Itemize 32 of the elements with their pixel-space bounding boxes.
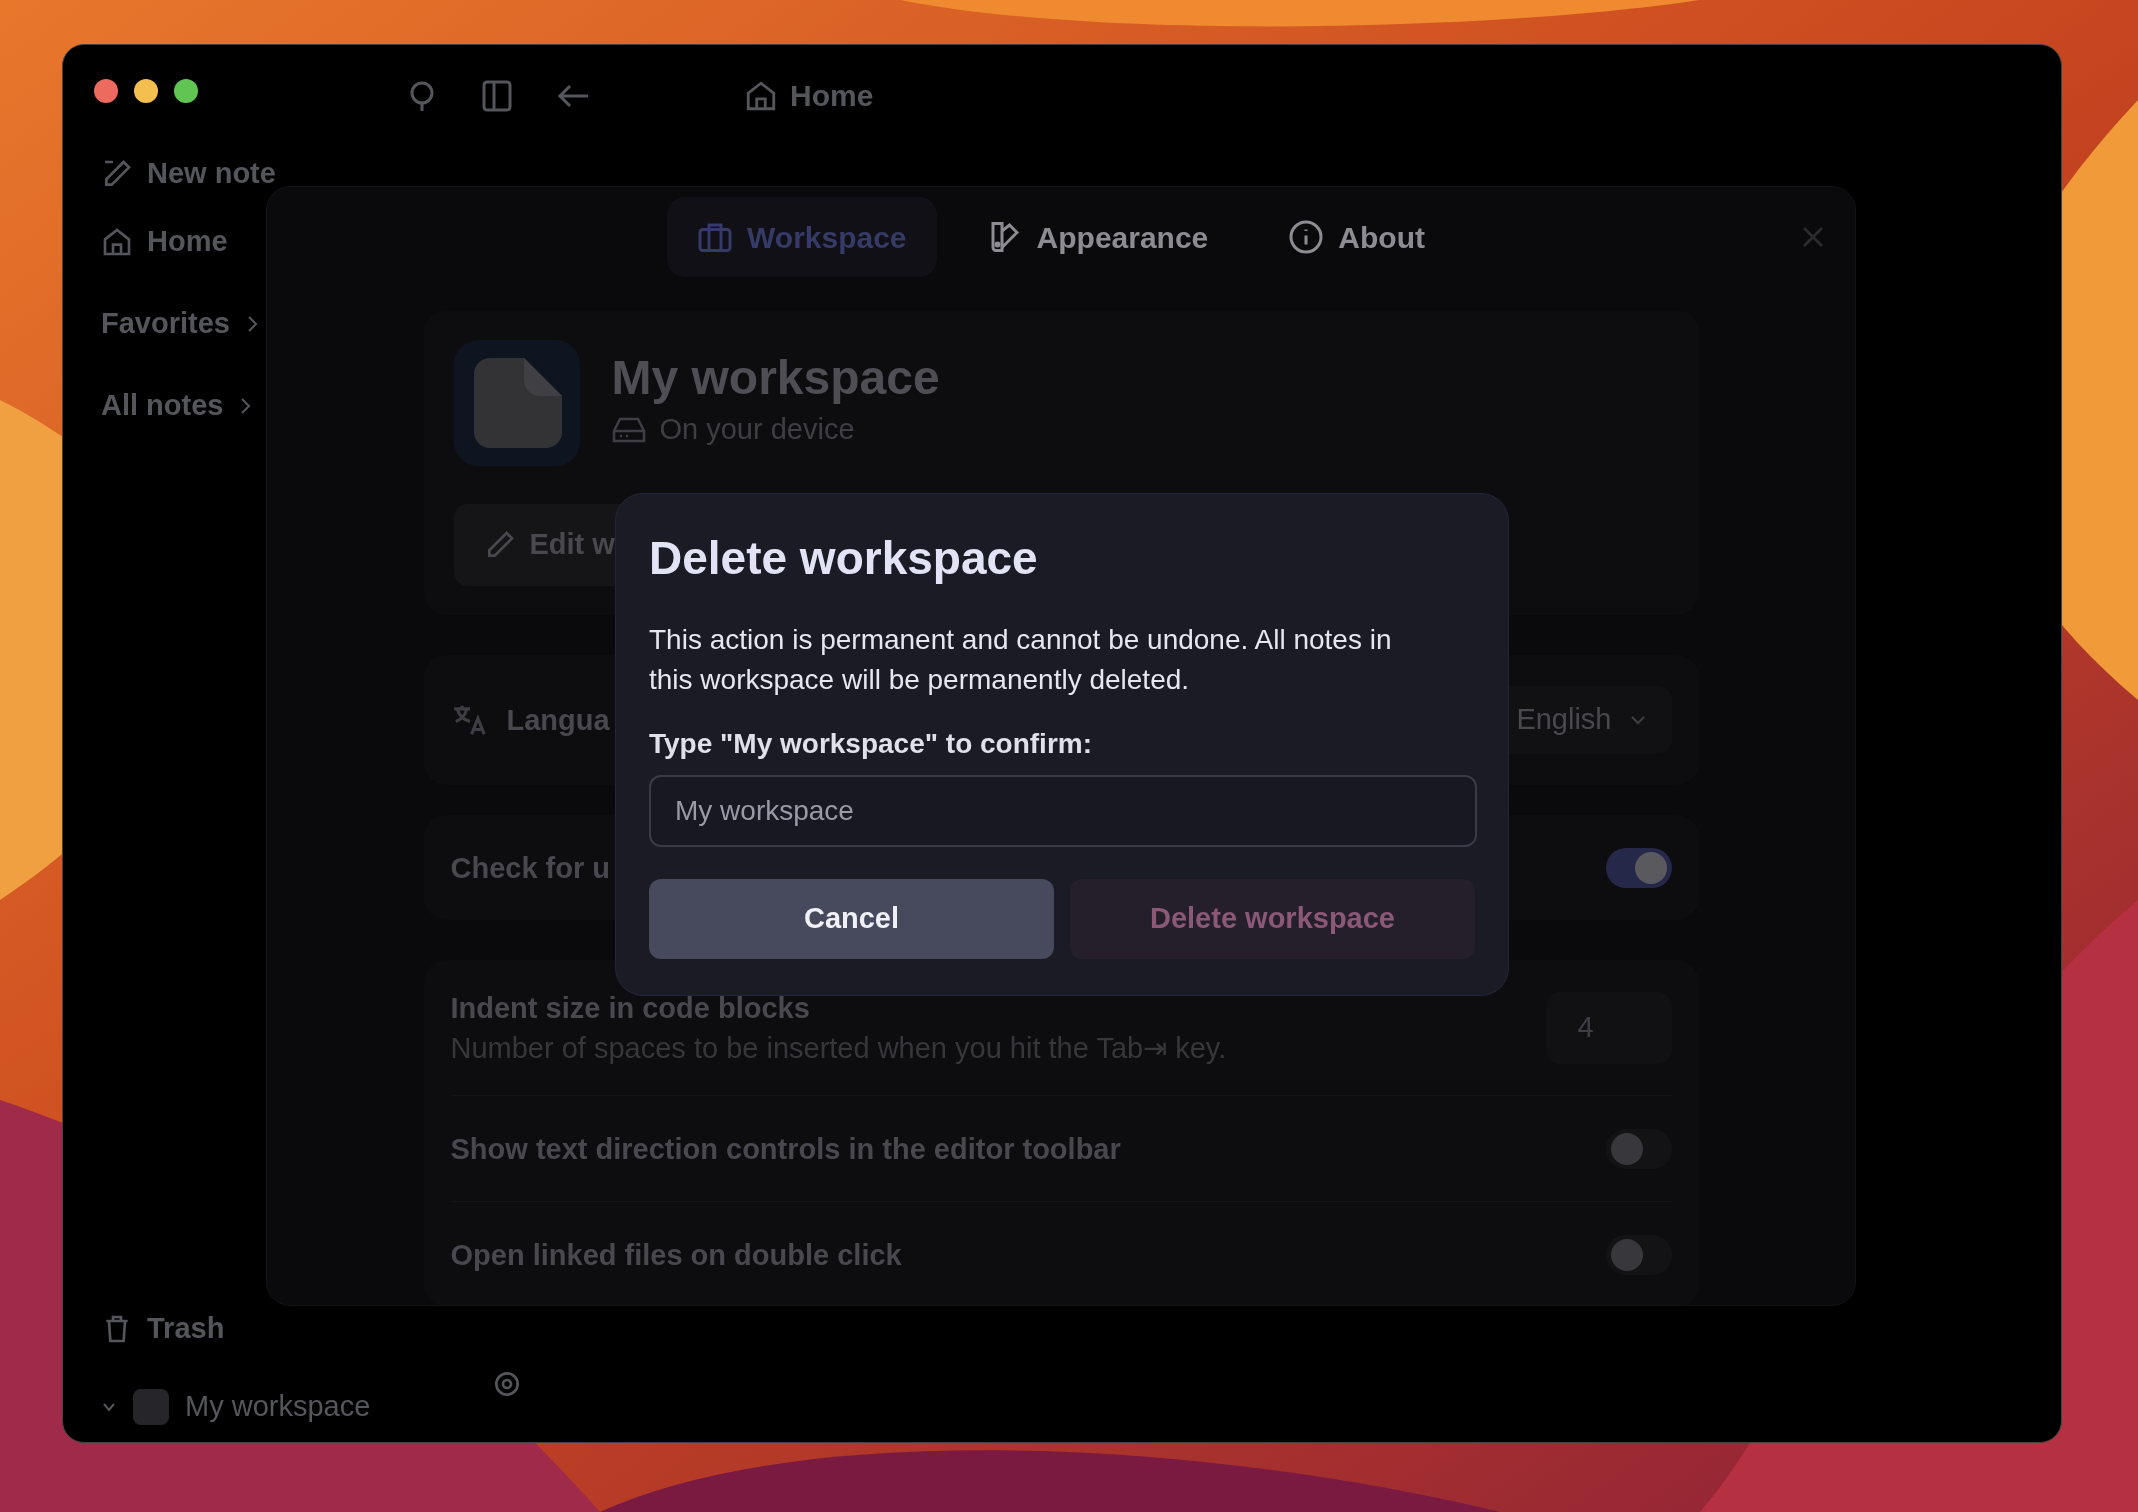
setting-label: Langua: [506, 703, 610, 737]
settings-tab[interactable]: About: [1258, 197, 1455, 277]
toggle-switch[interactable]: [1605, 847, 1672, 888]
workspace-switcher[interactable]: My workspace: [101, 1382, 371, 1432]
workspace-avatar: [133, 1389, 169, 1425]
sidebar-icon[interactable]: [482, 78, 512, 113]
toggle-switch[interactable]: [1605, 1128, 1672, 1169]
minimize-button[interactable]: [134, 79, 158, 103]
setting-label: Check for u: [450, 850, 611, 885]
dialog-message: This action is permanent and cannot be undone. All notes in this workspace will be permanently deleted.: [649, 623, 1393, 697]
sidebar-item[interactable]: All notes: [101, 377, 254, 435]
drive-icon: [611, 417, 646, 443]
info-icon: [1288, 219, 1325, 255]
confirm-label: Type "My workspace" to confirm:: [649, 727, 1093, 761]
sidebar-item[interactable]: Trash: [101, 1300, 225, 1358]
close-button[interactable]: [94, 79, 118, 103]
sidebar-item[interactable]: Favorites: [101, 295, 260, 353]
setting-label: Show text direction controls in the editor toolbar: [450, 1131, 1121, 1166]
sidebar-item[interactable]: New note: [101, 145, 276, 203]
workspace-name: My workspace: [611, 354, 940, 403]
confirm-input[interactable]: My workspace: [649, 775, 1477, 847]
setting-label: Indent size in code blocks: [450, 990, 811, 1025]
zoom-button[interactable]: [174, 79, 198, 103]
toggle-switch[interactable]: [1605, 1234, 1672, 1275]
settings-tab[interactable]: Appearance: [956, 197, 1239, 277]
cancel-button[interactable]: Cancel: [649, 879, 1054, 959]
settings-tab[interactable]: Workspace: [667, 197, 937, 277]
sidebar-item[interactable]: Home: [101, 213, 228, 271]
home-icon: [101, 226, 133, 258]
location-tab[interactable]: Home: [744, 73, 874, 118]
document-icon: [471, 358, 562, 448]
setting-label: Open linked files on double click: [450, 1237, 902, 1272]
